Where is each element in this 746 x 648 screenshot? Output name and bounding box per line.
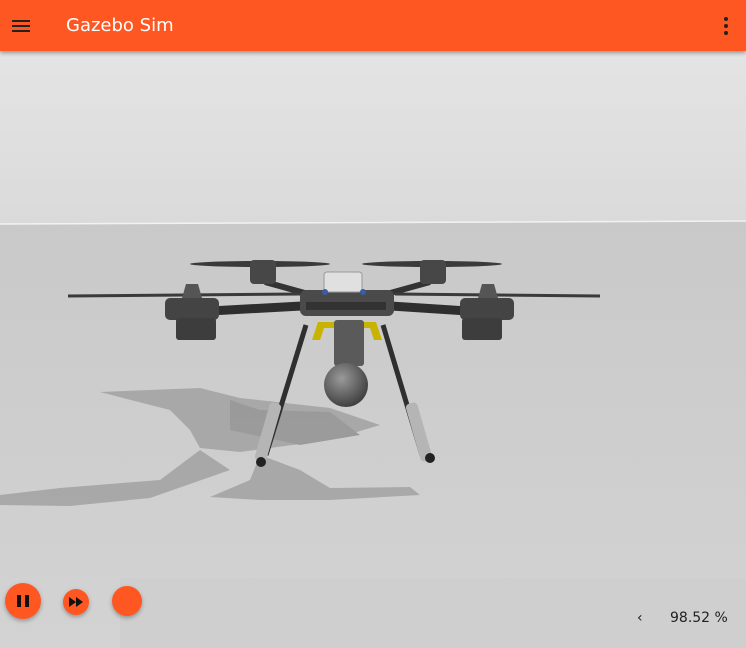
real-time-factor: 98.52 % xyxy=(670,610,728,626)
3d-viewport[interactable] xyxy=(0,51,746,648)
sky xyxy=(0,51,746,226)
hamburger-menu-icon[interactable] xyxy=(10,14,34,38)
chevron-left-icon[interactable]: ‹ xyxy=(637,610,643,626)
partially-hidden-control-button[interactable] xyxy=(112,586,142,616)
status-panel xyxy=(120,578,746,648)
fast-forward-icon xyxy=(69,597,83,607)
pause-button[interactable] xyxy=(5,583,41,619)
step-button[interactable] xyxy=(63,589,89,615)
app-title: Gazebo Sim xyxy=(66,15,174,36)
playback-controls xyxy=(0,578,142,628)
more-vert-icon[interactable] xyxy=(722,14,730,38)
app-bar: Gazebo Sim xyxy=(0,0,746,51)
